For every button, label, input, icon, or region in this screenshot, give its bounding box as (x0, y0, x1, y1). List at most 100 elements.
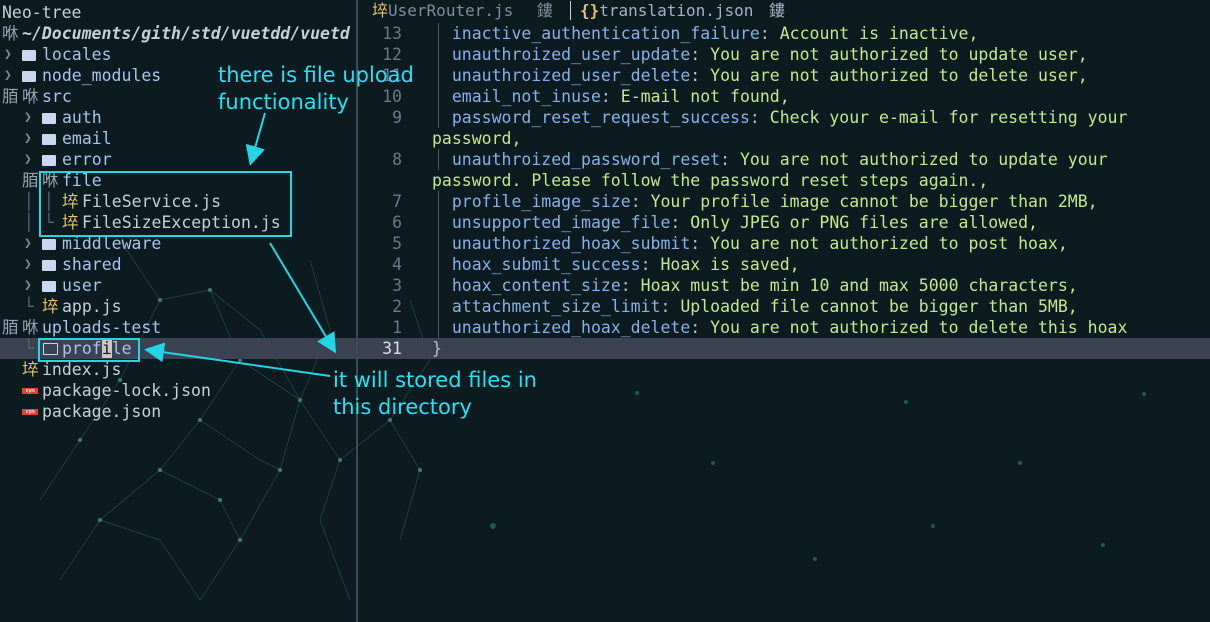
json-key: inactive_authentication_failure (451, 24, 760, 43)
tree-item-label: auth (62, 108, 102, 127)
tree-guide: └ (24, 339, 34, 358)
code-line[interactable]: 10 email_not_inuse: E-mail not found, (358, 86, 1210, 107)
colon: : (630, 192, 641, 211)
colon: : (620, 276, 631, 295)
tree-item-label: package-lock.json (42, 381, 211, 400)
json-value: Hoax must be min 10 and max 5000 charact… (640, 276, 1078, 295)
close-icon[interactable]: 鏤 (537, 1, 553, 20)
colon: : (690, 45, 701, 64)
chevron-right-icon: ❯ (24, 278, 32, 293)
tree-item-error[interactable]: ❯ error (0, 149, 356, 170)
line-number: 4 (392, 255, 402, 274)
folder-icon (42, 134, 56, 145)
json-key: password_reset_request_success (451, 108, 750, 127)
json-value: Hoax is saved, (660, 255, 800, 274)
code-line[interactable]: 1 unauthorized_hoax_delete: You are not … (358, 317, 1210, 338)
colon: : (720, 150, 731, 169)
current-code-line[interactable]: 31} (358, 338, 1210, 359)
colon: : (690, 234, 701, 253)
folder-icon (42, 281, 56, 292)
line-number: 7 (392, 192, 402, 211)
code-line[interactable]: 7 profile_image_size: Your profile image… (358, 191, 1210, 212)
line-number: 2 (392, 297, 402, 316)
root-path-row[interactable]: 咻 ~/Documents/gith/std/vuetdd/vuetd (0, 23, 356, 44)
json-key: unauthroized_user_update (451, 45, 691, 64)
sidebar-title: Neo-tree (2, 3, 82, 22)
tree-item-package-lock-json[interactable]: npm package-lock.json (0, 380, 356, 401)
json-value: You are not authorized to update user, (710, 45, 1088, 64)
line-number: 1 (392, 318, 402, 337)
line-number: 6 (392, 213, 402, 232)
tree-item-shared[interactable]: ❯ shared (0, 254, 356, 275)
chevron-right-icon: ❯ (4, 68, 12, 83)
tree-guide: │ (24, 192, 34, 211)
folder-icon (42, 239, 56, 250)
annotation-store-note: it will stored files in this directory (333, 368, 537, 419)
json-key: unauthroized_user_delete (451, 66, 691, 85)
chevron-right-icon: ❯ (24, 257, 32, 272)
json-value: You are not authorized to delete this ho… (710, 318, 1128, 337)
npm-icon: npm (22, 388, 38, 394)
json-value: Only JPEG or PNG files are allowed, (690, 213, 1038, 232)
tree-item-index-js[interactable]: 埣 index.js (0, 359, 356, 380)
tree-item-email[interactable]: ❯ email (0, 128, 356, 149)
json-file-icon: {} (580, 1, 600, 20)
code-line[interactable]: 5 unauthorized_hoax_submit: You are not … (358, 233, 1210, 254)
annotation-upload-note: there is file upload functionality (218, 63, 414, 114)
colon: : (600, 87, 611, 106)
json-value: You are not authorized to delete user, (710, 66, 1088, 85)
code-line-wrap[interactable]: password, (358, 128, 1210, 149)
sidebar-title-row: Neo-tree (0, 2, 356, 23)
tree-item-package-json[interactable]: npm package.json (0, 401, 356, 422)
json-value: Account is inactive, (779, 24, 979, 43)
chevron-right-icon: ❯ (24, 131, 32, 146)
js-file-icon: 埣 (372, 1, 389, 20)
code-line[interactable]: 4 hoax_submit_success: Hoax is saved, (358, 254, 1210, 275)
json-key: hoax_submit_success (451, 255, 641, 274)
root-path: ~/Documents/gith/std/vuetdd/vuetd (22, 24, 350, 43)
npm-icon: npm (22, 409, 38, 415)
tab-translation-json[interactable]: {}translation.json 鏤 (580, 0, 785, 21)
tree-item-label: error (62, 150, 112, 169)
json-value: You are not authorized to update your (739, 150, 1108, 169)
tree-item-label: uploads-test (42, 318, 162, 337)
tree-item-user[interactable]: ❯ user (0, 275, 356, 296)
code-text: hoax_submit_success: Hoax is saved, (432, 254, 800, 275)
line-number: 31 (382, 339, 402, 358)
tree-item-label: package.json (42, 402, 162, 421)
code-line[interactable]: 3 hoax_content_size: Hoax must be min 10… (358, 275, 1210, 296)
code-line[interactable]: 12 unauthroized_user_update: You are not… (358, 44, 1210, 65)
json-key: unsupported_image_file (451, 213, 671, 232)
editor-pane[interactable]: 埣UserRouter.js 鏤 {}translation.json 鏤 13… (358, 0, 1210, 622)
expanded-chevron-icon: 脜 (2, 87, 19, 106)
code-line[interactable]: 13 inactive_authentication_failure: Acco… (358, 23, 1210, 44)
folder-open-icon: 咻 (22, 318, 39, 337)
code-text: unsupported_image_file: Only JPEG or PNG… (432, 212, 1038, 233)
root-folder-icon: 咻 (2, 24, 19, 43)
tab-label: translation.json (599, 1, 754, 20)
code-line[interactable]: 9 password_reset_request_success: Check … (358, 107, 1210, 128)
code-line[interactable]: 8 unauthroized_password_reset: You are n… (358, 149, 1210, 170)
js-file-icon: 埣 (42, 297, 59, 316)
close-icon[interactable]: 鏤 (769, 1, 785, 20)
json-key: attachment_size_limit (451, 297, 661, 316)
code-text: unauthorized_hoax_delete: You are not au… (432, 317, 1128, 338)
code-line[interactable]: 6 unsupported_image_file: Only JPEG or P… (358, 212, 1210, 233)
tree-item-label: locales (42, 45, 112, 64)
expanded-chevron-icon: 脜 (2, 318, 19, 337)
tree-item-label: node_modules (42, 66, 162, 85)
code-text: profile_image_size: Your profile image c… (432, 191, 1098, 212)
line-number: 8 (392, 150, 402, 169)
tab-userrouter[interactable]: 埣UserRouter.js 鏤 (372, 0, 553, 21)
json-key: unauthorized_hoax_delete (451, 318, 691, 337)
code-text: password_reset_request_success: Check yo… (432, 107, 1128, 128)
colon: : (749, 108, 760, 127)
tree-item-app-js[interactable]: └ 埣 app.js (0, 296, 356, 317)
tree-item-uploads-test[interactable]: 脜 咻 uploads-test (0, 317, 356, 338)
code-line[interactable]: 11 unauthroized_user_delete: You are not… (358, 65, 1210, 86)
code-text: unauthroized_password_reset: You are not… (432, 149, 1108, 170)
code-line[interactable]: 2 attachment_size_limit: Uploaded file c… (358, 296, 1210, 317)
json-value: You are not authorized to post hoax, (710, 234, 1068, 253)
code-line-wrap[interactable]: password. Please follow the password res… (358, 170, 1210, 191)
expanded-chevron-icon: 脜 (22, 171, 39, 190)
